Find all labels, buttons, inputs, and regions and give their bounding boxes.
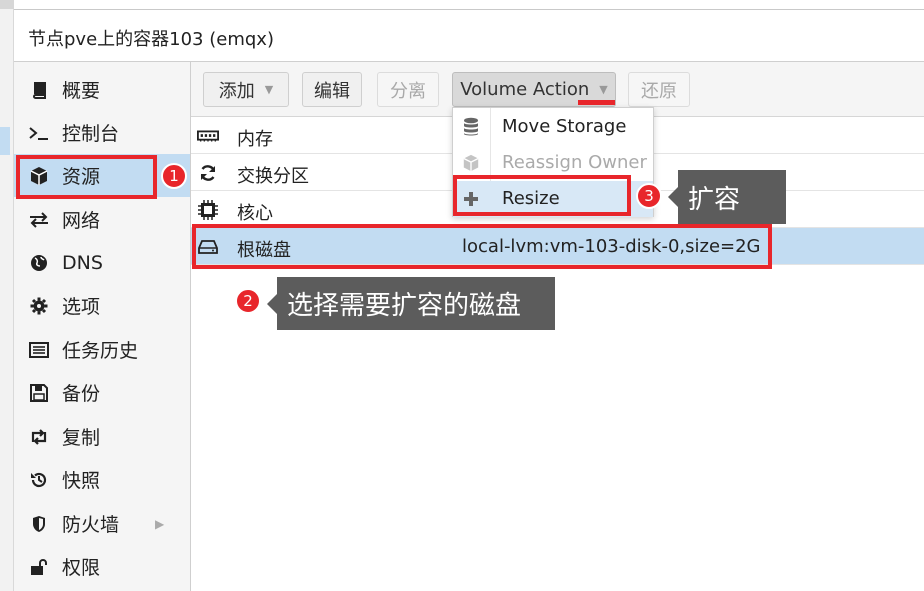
sidebar: 概要 控制台 资源 网络 DNS 选项 任务历史 备份 复制 快照 防火墙 ▶ … [14,62,191,591]
save-icon [28,382,50,404]
sidebar-item-summary[interactable]: 概要 [14,68,190,111]
volume-action-menu: Move Storage Reassign Owner Resize [452,107,654,217]
memory-icon [197,125,219,147]
row-name: 内存 [237,129,273,150]
sidebar-item-dns[interactable]: DNS [14,241,190,284]
menu-item-resize[interactable]: Resize [453,181,653,217]
step-badge-3: 3 [636,183,662,209]
row-name: 交换分区 [237,166,309,187]
volume-action-label: Volume Action [460,79,590,100]
shield-icon [28,513,50,535]
sidebar-item-permissions[interactable]: 权限 [14,545,190,588]
sidebar-item-label: 快照 [62,470,101,492]
book-icon [28,79,50,101]
sidebar-item-label: 备份 [62,383,101,405]
database-icon [461,116,481,138]
step-badge-1: 1 [161,163,187,189]
unlock-icon [28,556,50,578]
sidebar-item-backup[interactable]: 备份 [14,371,190,414]
refresh-icon [197,162,219,184]
sidebar-item-label: DNS [62,251,103,274]
sidebar-item-firewall[interactable]: 防火墙 ▶ [14,502,190,545]
step-badge-2: 2 [235,288,261,314]
detach-button-label: 分离 [390,80,426,102]
window-title-bar: 节点pve上的容器103 (emqx) [14,9,924,62]
cube-icon [28,165,50,187]
menu-item-move-storage[interactable]: Move Storage [453,109,653,145]
revert-button-label: 还原 [641,80,677,102]
sidebar-item-task-history[interactable]: 任务历史 [14,328,190,371]
cube-icon [461,152,481,174]
plus-icon [461,188,481,210]
sidebar-item-label: 防火墙 [62,514,120,536]
menu-item-reassign-owner[interactable]: Reassign Owner [453,145,653,181]
menu-item-label: Reassign Owner [502,152,647,173]
row-name: 根磁盘 [237,240,291,261]
sidebar-item-network[interactable]: 网络 [14,198,190,241]
add-button[interactable]: 添加 ▼ [203,72,289,107]
history-icon [28,469,50,491]
left-edge-panel [0,9,14,591]
exchange-icon [28,209,50,231]
chevron-right-icon[interactable]: ▶ [155,517,164,531]
menu-item-label: Resize [502,188,560,209]
sidebar-item-label: 概要 [62,80,101,102]
window-top-strip-inner [14,0,924,9]
sidebar-item-label: 选项 [62,296,101,318]
gear-icon [28,295,50,317]
revert-button[interactable]: 还原 [628,72,690,107]
chevron-down-icon: ▼ [264,83,274,96]
sidebar-item-replication[interactable]: 复制 [14,415,190,458]
sidebar-item-label: 网络 [62,210,101,232]
list-icon [28,339,50,361]
menu-item-label: Move Storage [502,116,627,137]
detach-button[interactable]: 分离 [377,72,439,107]
hdd-icon [197,236,219,258]
chevron-down-icon: ▼ [599,83,608,96]
sidebar-item-options[interactable]: 选项 [14,284,190,327]
sidebar-item-label: 资源 [62,166,101,188]
highlight-volume-dropdown [578,100,615,105]
edit-button[interactable]: 编辑 [302,72,362,107]
tooltip-resize: 扩容 [668,170,786,224]
retweet-icon [28,426,50,448]
cpu-icon [197,199,219,221]
sidebar-item-label: 控制台 [62,123,120,145]
left-edge-selection [0,127,10,155]
window-title: 节点pve上的容器103 (emqx) [28,29,274,50]
globe-icon [28,252,50,274]
row-value: local-lvm:vm-103-disk-0,size=2G [462,236,761,257]
sidebar-item-snapshots[interactable]: 快照 [14,458,190,501]
add-button-label: 添加 [218,80,255,102]
table-row-selected[interactable]: 根磁盘 local-lvm:vm-103-disk-0,size=2G [191,228,924,265]
terminal-icon [28,122,50,144]
sidebar-item-console[interactable]: 控制台 [14,111,190,154]
tooltip-select-disk: 选择需要扩容的磁盘 [267,277,555,330]
sidebar-item-label: 权限 [62,557,101,579]
edit-button-label: 编辑 [314,80,350,102]
sidebar-item-label: 任务历史 [62,340,139,362]
row-name: 核心 [237,203,273,224]
sidebar-item-label: 复制 [62,427,101,449]
